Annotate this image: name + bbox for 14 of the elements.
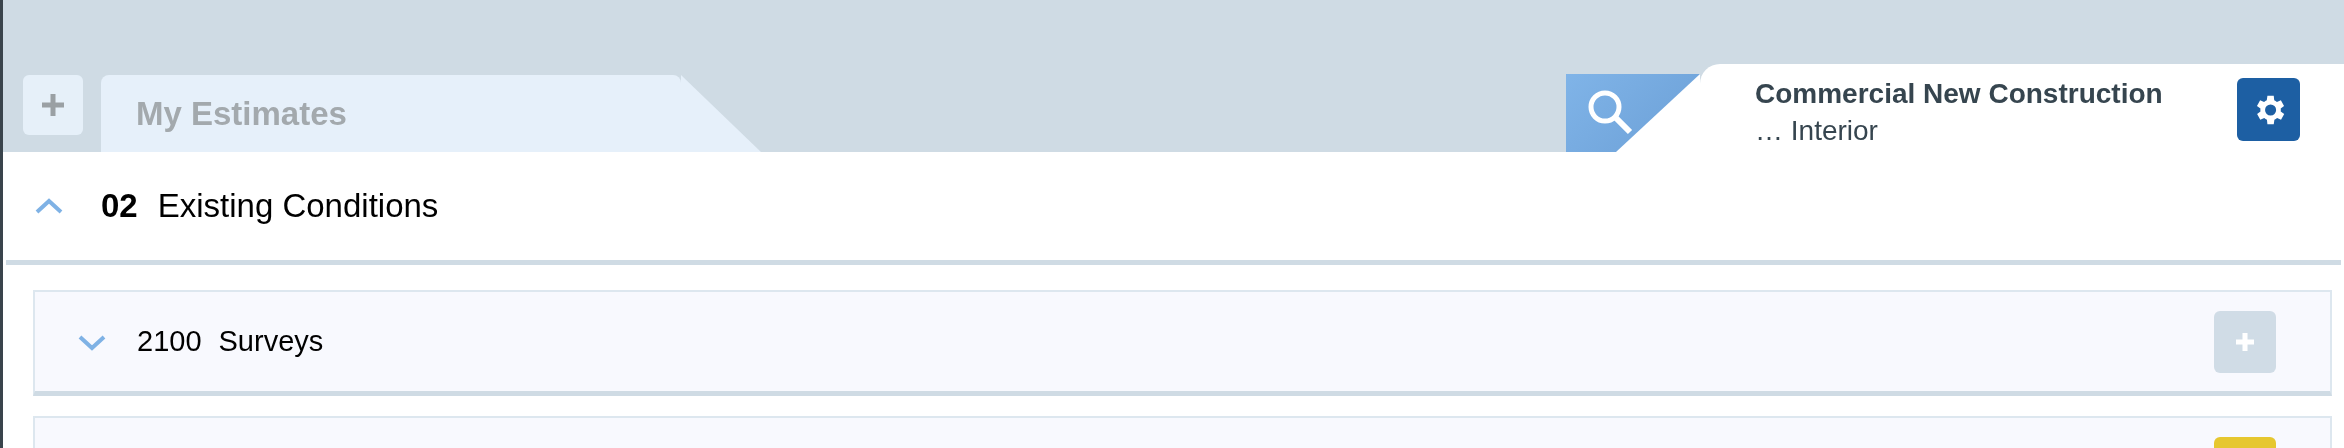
plus-icon [40,92,66,118]
settings-button[interactable] [2237,78,2300,141]
add-item-button[interactable] [2214,310,2276,373]
subsection-row[interactable]: 2100 Surveys [33,290,2332,396]
section-number: 02 [101,186,138,227]
subsection-code: 2100 [137,323,202,359]
add-tab-button[interactable] [23,75,83,135]
section-title: Existing Conditions [157,186,439,227]
plus-icon [2235,331,2255,352]
search-icon [1586,88,1634,136]
project-title: Commercial New Construction [1755,77,2164,111]
chevron-up-icon[interactable] [34,197,64,215]
project-subtitle: … Interior [1755,114,1879,148]
subsection-title: Surveys [218,323,324,359]
